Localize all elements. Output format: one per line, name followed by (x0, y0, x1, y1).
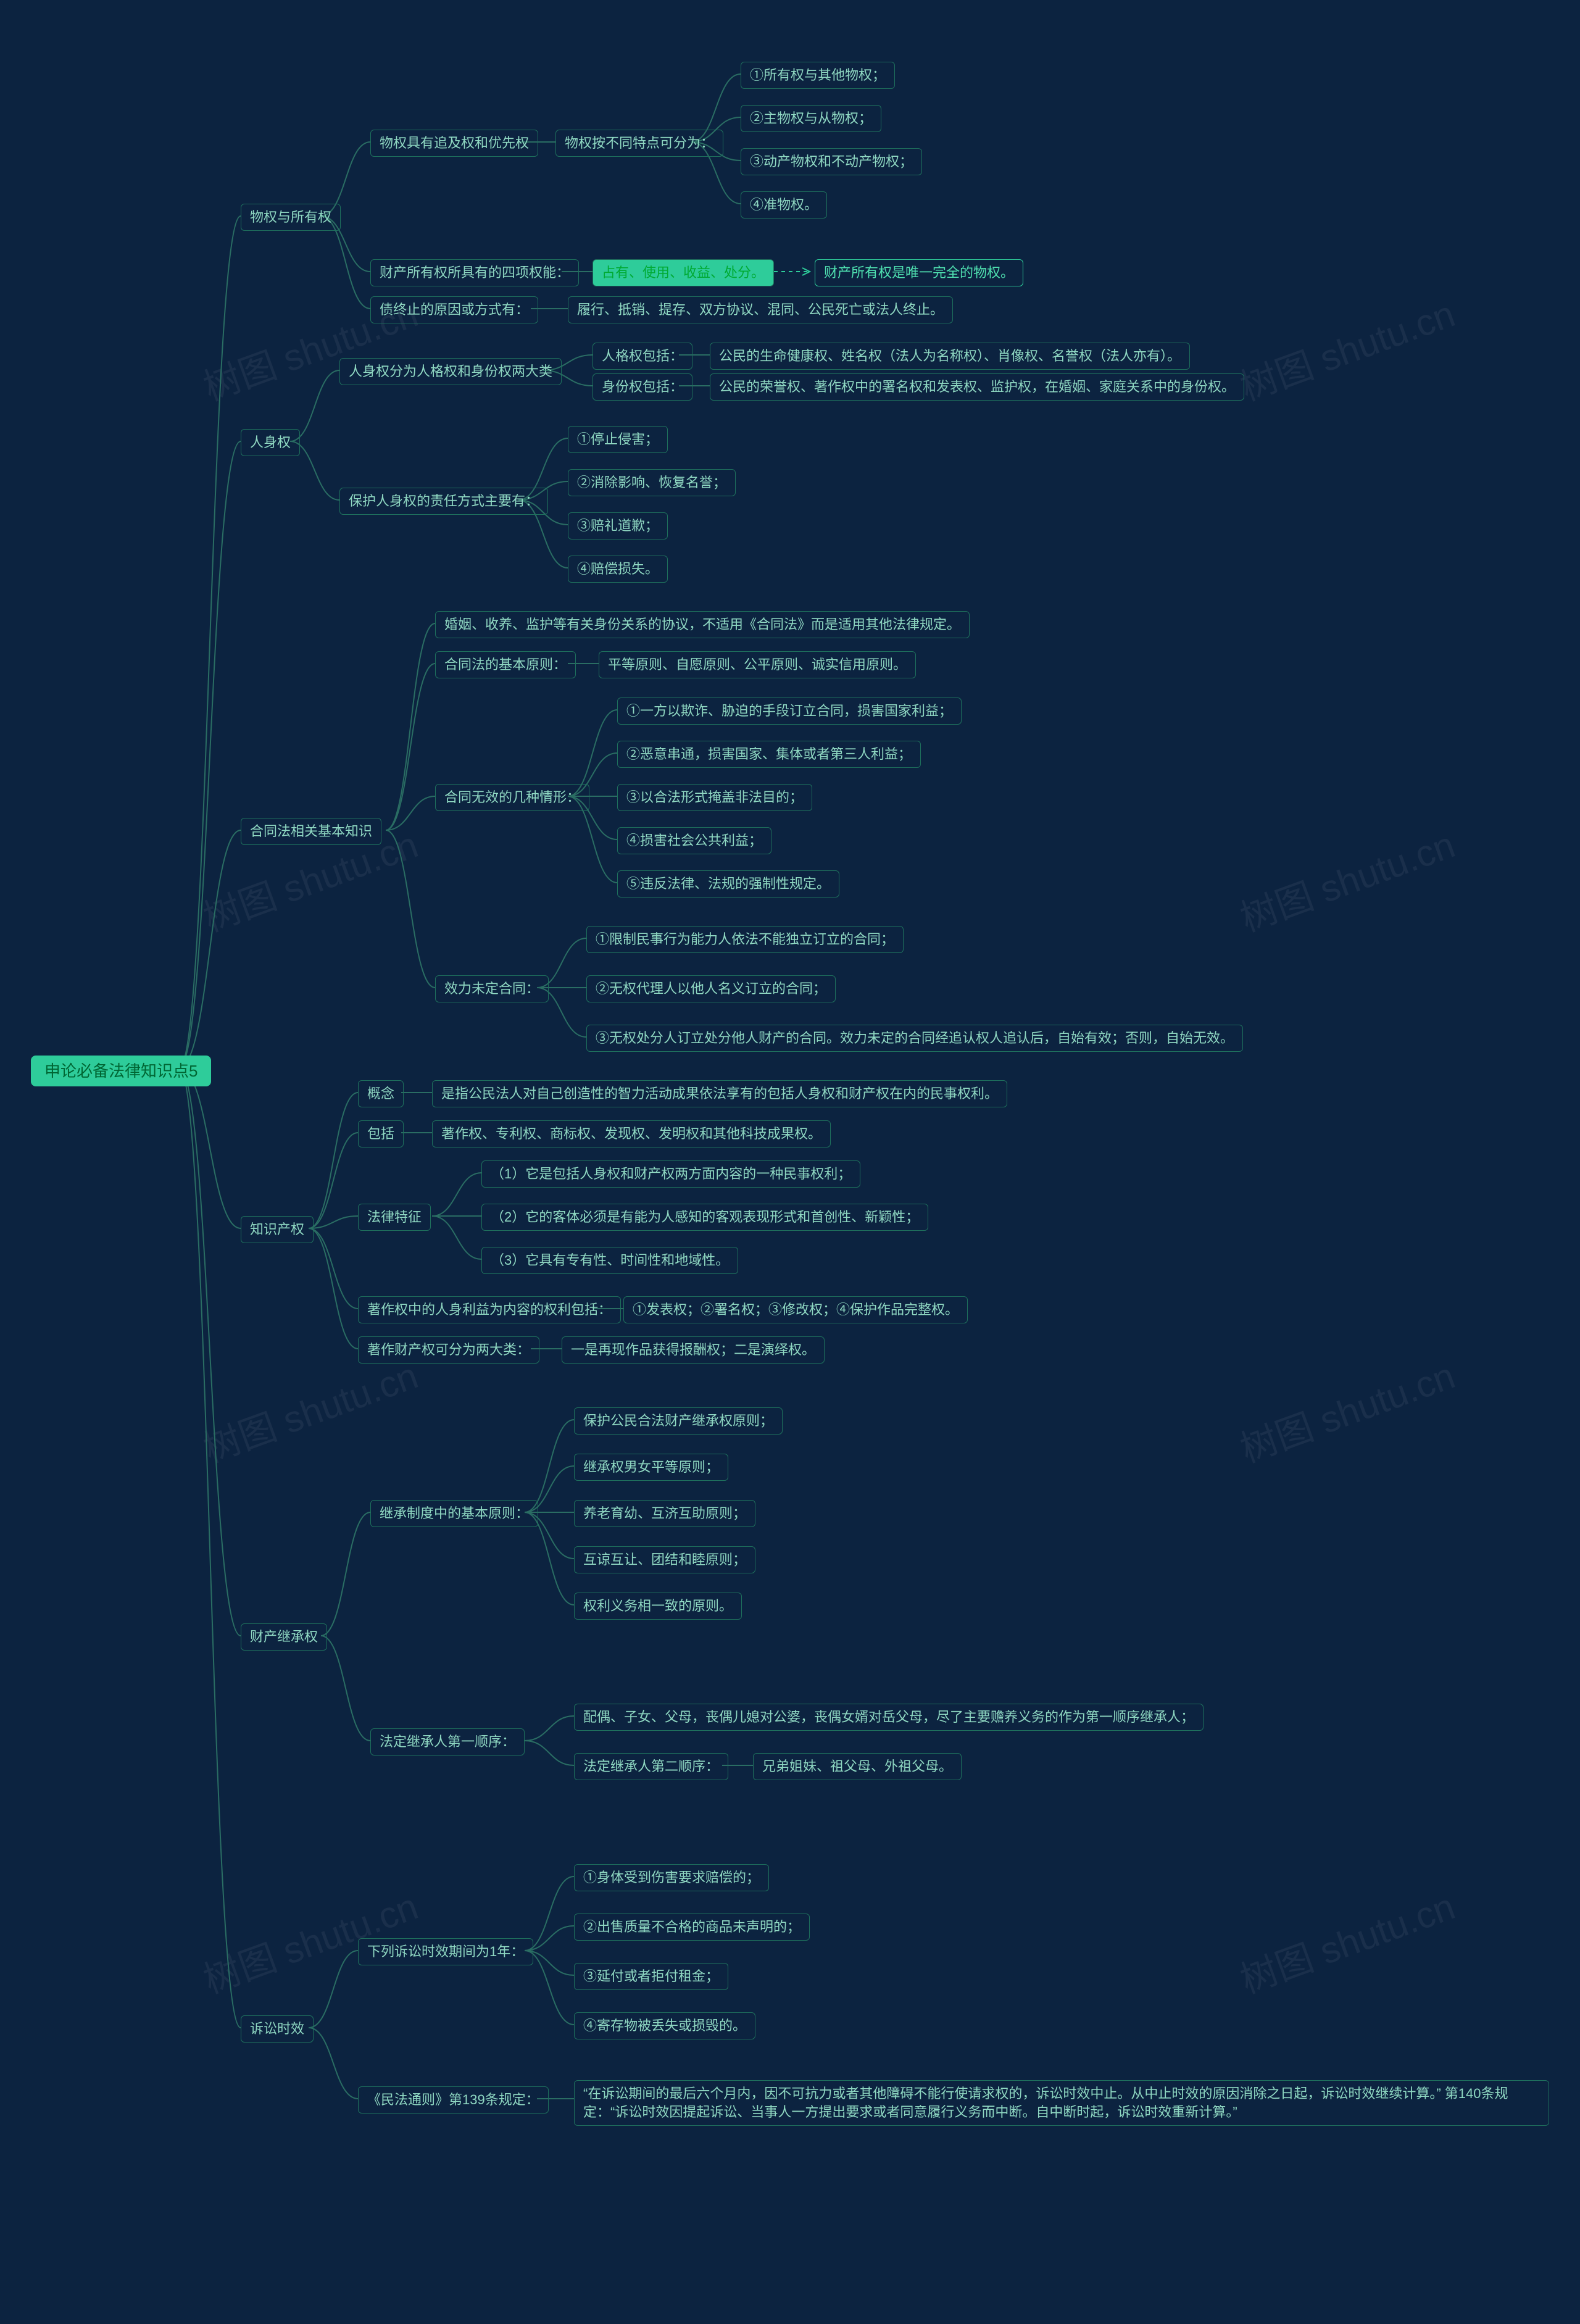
b3-3[interactable]: 合同无效的几种情形： (435, 784, 589, 811)
b4-4[interactable]: 著作权中的人身利益为内容的权利包括： (358, 1296, 621, 1323)
b3[interactable]: 合同法相关基本知识 (241, 818, 381, 845)
watermark: 树图 shutu.cn (1232, 284, 1461, 411)
b4-1a[interactable]: 是指公民法人对自己创造性的智力活动成果依法享有的包括人身权和财产权在内的民事权利… (432, 1080, 1007, 1107)
b2-2d[interactable]: ④赔偿损失。 (568, 556, 668, 583)
b1-2b[interactable]: 财产所有权是唯一完全的物权。 (815, 259, 1023, 286)
watermark: 树图 shutu.cn (1232, 1346, 1461, 1473)
b4-2[interactable]: 包括 (358, 1120, 404, 1147)
b4-2a[interactable]: 著作权、专利权、商标权、发现权、发明权和其他科技成果权。 (432, 1120, 831, 1147)
b3-3a[interactable]: ①一方以欺诈、胁迫的手段订立合同，损害国家利益； (617, 698, 962, 725)
b2-1a1[interactable]: 公民的生命健康权、姓名权（法人为名称权）、肖像权、名誉权（法人亦有）。 (710, 343, 1190, 370)
b6-1c[interactable]: ③延付或者拒付租金； (574, 1963, 728, 1990)
b1-1a3[interactable]: ③动产物权和不动产物权； (741, 148, 922, 175)
b2-1a[interactable]: 人格权包括： (592, 343, 692, 370)
b2-1b1[interactable]: 公民的荣誉权、著作权中的署名权和发表权、监护权，在婚姻、家庭关系中的身份权。 (710, 373, 1244, 401)
b3-4a[interactable]: ①限制民事行为能力人依法不能独立订立的合同； (586, 926, 904, 953)
b3-2[interactable]: 合同法的基本原则： (435, 651, 576, 678)
b2-2b[interactable]: ②消除影响、恢复名誉； (568, 469, 736, 496)
b5-2b1[interactable]: 兄弟姐妹、祖父母、外祖父母。 (753, 1753, 962, 1780)
b5-2b[interactable]: 法定继承人第二顺序： (574, 1753, 728, 1780)
b1-3a[interactable]: 履行、抵销、提存、双方协议、混同、公民死亡或法人终止。 (568, 296, 953, 323)
b6-1a[interactable]: ①身体受到伤害要求赔偿的； (574, 1864, 769, 1891)
b5-1b[interactable]: 继承权男女平等原则； (574, 1454, 728, 1481)
b5-1a[interactable]: 保护公民合法财产继承权原则； (574, 1407, 783, 1435)
b1-3[interactable]: 债终止的原因或方式有： (370, 296, 538, 323)
b5-2[interactable]: 法定继承人第一顺序： (370, 1728, 525, 1755)
b2-2[interactable]: 保护人身权的责任方式主要有： (339, 488, 548, 515)
watermark: 树图 shutu.cn (195, 1346, 424, 1473)
b1-2[interactable]: 财产所有权所具有的四项权能： (370, 259, 579, 286)
b4-3c[interactable]: （3）它具有专有性、时间性和地域性。 (481, 1247, 738, 1274)
b2[interactable]: 人身权 (241, 429, 300, 456)
b2-1b[interactable]: 身份权包括： (592, 373, 692, 401)
b1[interactable]: 物权与所有权 (241, 204, 341, 231)
b6-1[interactable]: 下列诉讼时效期间为1年： (358, 1938, 533, 1965)
b4-3b[interactable]: （2）它的客体必须是有能为人感知的客观表现形式和首创性、新颖性； (481, 1204, 928, 1231)
b5-1e[interactable]: 权利义务相一致的原则。 (574, 1593, 742, 1620)
root-node[interactable]: 申论必备法律知识点5 (31, 1056, 211, 1086)
b3-2a[interactable]: 平等原则、自愿原则、公平原则、诚实信用原则。 (599, 651, 916, 678)
b6-2a[interactable]: “在诉讼期间的最后六个月内，因不可抗力或者其他障碍不能行使请求权的，诉讼时效中止… (574, 2080, 1549, 2126)
b3-3e[interactable]: ⑤违反法律、法规的强制性规定。 (617, 870, 839, 898)
b6[interactable]: 诉讼时效 (241, 2015, 314, 2043)
b5[interactable]: 财产继承权 (241, 1623, 327, 1651)
b6-2[interactable]: 《民法通则》第139条规定： (358, 2086, 549, 2114)
b3-3c[interactable]: ③以合法形式掩盖非法目的； (617, 784, 812, 811)
b2-1[interactable]: 人身权分为人格权和身份权两大类 (339, 358, 562, 385)
b5-2a[interactable]: 配偶、子女、父母，丧偶儿媳对公婆，丧偶女婿对岳父母，尽了主要赡养义务的作为第一顺… (574, 1704, 1204, 1731)
b4-3[interactable]: 法律特征 (358, 1204, 431, 1231)
watermark: 树图 shutu.cn (1232, 1876, 1461, 2004)
watermark: 树图 shutu.cn (1232, 815, 1461, 942)
b1-2a[interactable]: 占有、使用、收益、处分。 (592, 259, 774, 286)
b3-1[interactable]: 婚姻、收养、监护等有关身份关系的协议，不适用《合同法》而是适用其他法律规定。 (435, 611, 970, 638)
b5-1c[interactable]: 养老育幼、互济互助原则； (574, 1500, 755, 1527)
b3-4[interactable]: 效力未定合同： (435, 975, 549, 1002)
b1-1a[interactable]: 物权按不同特点可分为： (555, 130, 723, 157)
b5-1[interactable]: 继承制度中的基本原则： (370, 1500, 538, 1527)
b4-5a[interactable]: 一是再现作品获得报酬权；二是演绎权。 (562, 1336, 825, 1364)
b5-1d[interactable]: 互谅互让、团结和睦原则； (574, 1546, 755, 1573)
b2-2c[interactable]: ③赔礼道歉； (568, 512, 668, 539)
b3-4c[interactable]: ③无权处分人订立处分他人财产的合同。效力未定的合同经追认权人追认后，自始有效；否… (586, 1025, 1243, 1052)
b1-1a2[interactable]: ②主物权与从物权； (741, 105, 881, 132)
b2-2a[interactable]: ①停止侵害； (568, 426, 668, 453)
b4-4a[interactable]: ①发表权；②署名权；③修改权；④保护作品完整权。 (623, 1296, 968, 1323)
b3-3d[interactable]: ④损害社会公共利益； (617, 827, 771, 854)
b4-5[interactable]: 著作财产权可分为两大类： (358, 1336, 539, 1364)
b3-3b[interactable]: ②恶意串通，损害国家、集体或者第三人利益； (617, 741, 921, 768)
b1-1a4[interactable]: ④准物权。 (741, 191, 827, 219)
b3-4b[interactable]: ②无权代理人以他人名义订立的合同； (586, 975, 836, 1002)
b1-1a1[interactable]: ①所有权与其他物权； (741, 62, 895, 89)
b1-1[interactable]: 物权具有追及权和优先权 (370, 130, 538, 157)
b6-1d[interactable]: ④寄存物被丢失或损毁的。 (574, 2012, 755, 2039)
b4-1[interactable]: 概念 (358, 1080, 404, 1107)
b4[interactable]: 知识产权 (241, 1216, 314, 1243)
b6-1b[interactable]: ②出售质量不合格的商品未声明的； (574, 1914, 810, 1941)
b4-3a[interactable]: （1）它是包括人身权和财产权两方面内容的一种民事权利； (481, 1160, 860, 1188)
